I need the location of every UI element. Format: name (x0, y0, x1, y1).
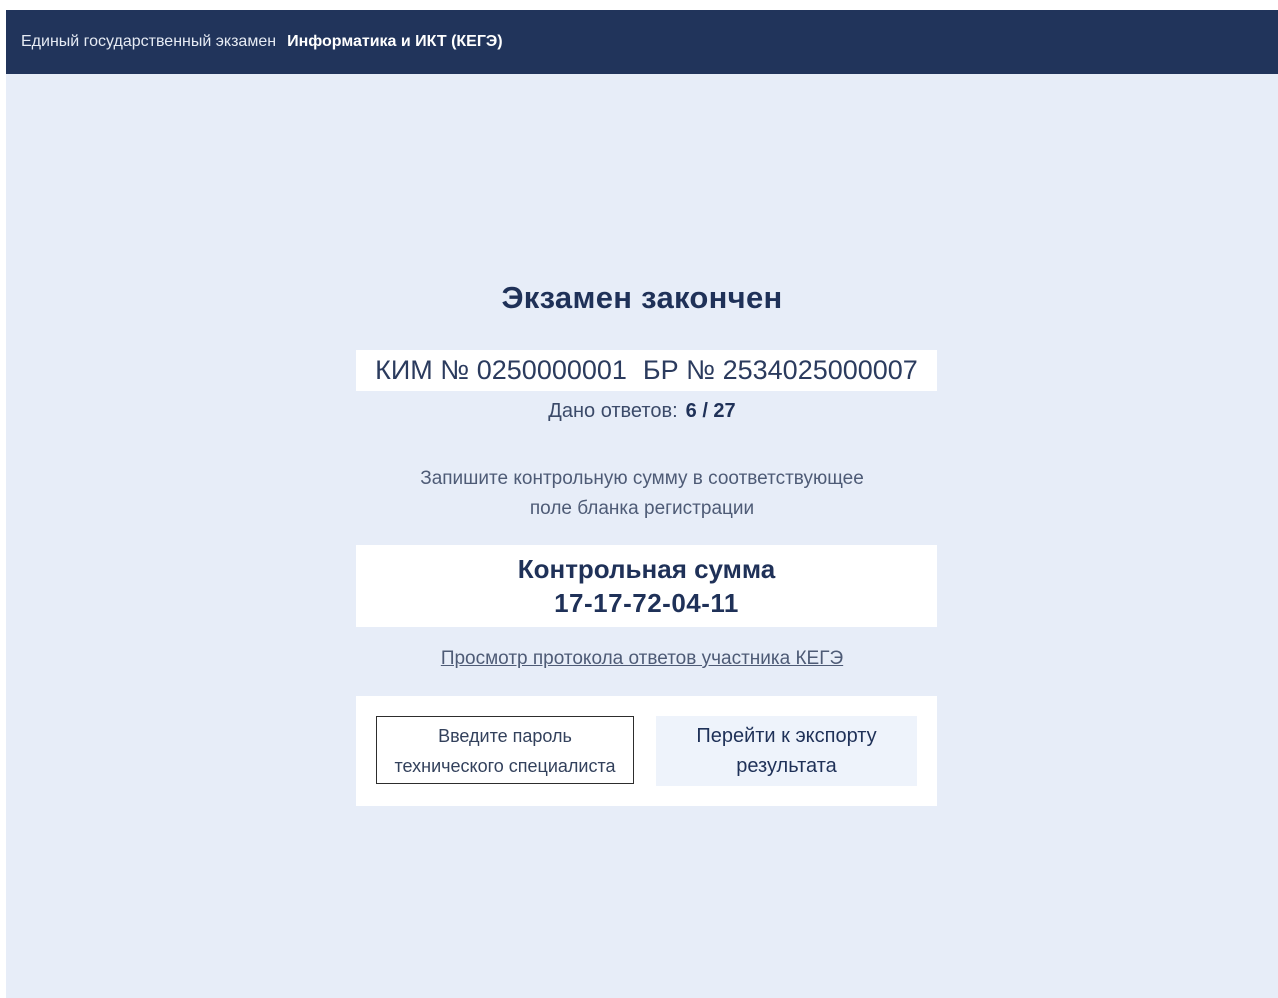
app-frame: Единый государственный экзамен Информати… (6, 10, 1278, 998)
checksum-value: 17-17-72-04-11 (554, 588, 739, 618)
instruction-line-2: поле бланка регистрации (529, 498, 755, 519)
br-number: БР № 2534025000007 (642, 355, 918, 385)
export-results-button[interactable]: Перейти к экспорту результата (656, 716, 917, 786)
password-placeholder-line-1: Введите пароль (438, 726, 572, 746)
answers-count: Дано ответов: 6 / 27 (6, 400, 1278, 423)
checksum-instruction: Запишите контрольную сумму в соответству… (6, 464, 1278, 524)
header-bar: Единый государственный экзамен Информати… (6, 10, 1278, 74)
instruction-line-1: Запишите контрольную сумму в соответству… (420, 468, 864, 489)
kim-number: КИМ № 0250000001 (375, 355, 627, 385)
checksum-box: Контрольная сумма 17-17-72-04-11 (356, 545, 937, 627)
protocol-link-row: Просмотр протокола ответов участника КЕГ… (6, 648, 1278, 670)
export-button-line-2: результата (736, 755, 837, 777)
export-button-line-1: Перейти к экспорту (696, 725, 877, 747)
password-placeholder-line-2: технического специалиста (394, 756, 616, 776)
action-panel: Введите пароль технического специалиста … (356, 696, 937, 806)
kim-br-info: КИМ № 0250000001 БР № 2534025000007 (356, 350, 937, 391)
protocol-link[interactable]: Просмотр протокола ответов участника КЕГ… (441, 648, 843, 669)
page-title: Экзамен закончен (501, 280, 783, 315)
tech-password-input[interactable]: Введите пароль технического специалиста (376, 716, 634, 784)
subject-title: Информатика и ИКТ (КЕГЭ) (287, 33, 503, 50)
answers-value: 6 / 27 (685, 400, 736, 422)
checksum-label: Контрольная сумма (517, 554, 776, 584)
answers-label: Дано ответов: (548, 400, 678, 422)
exam-type-label: Единый государственный экзамен (21, 33, 277, 50)
